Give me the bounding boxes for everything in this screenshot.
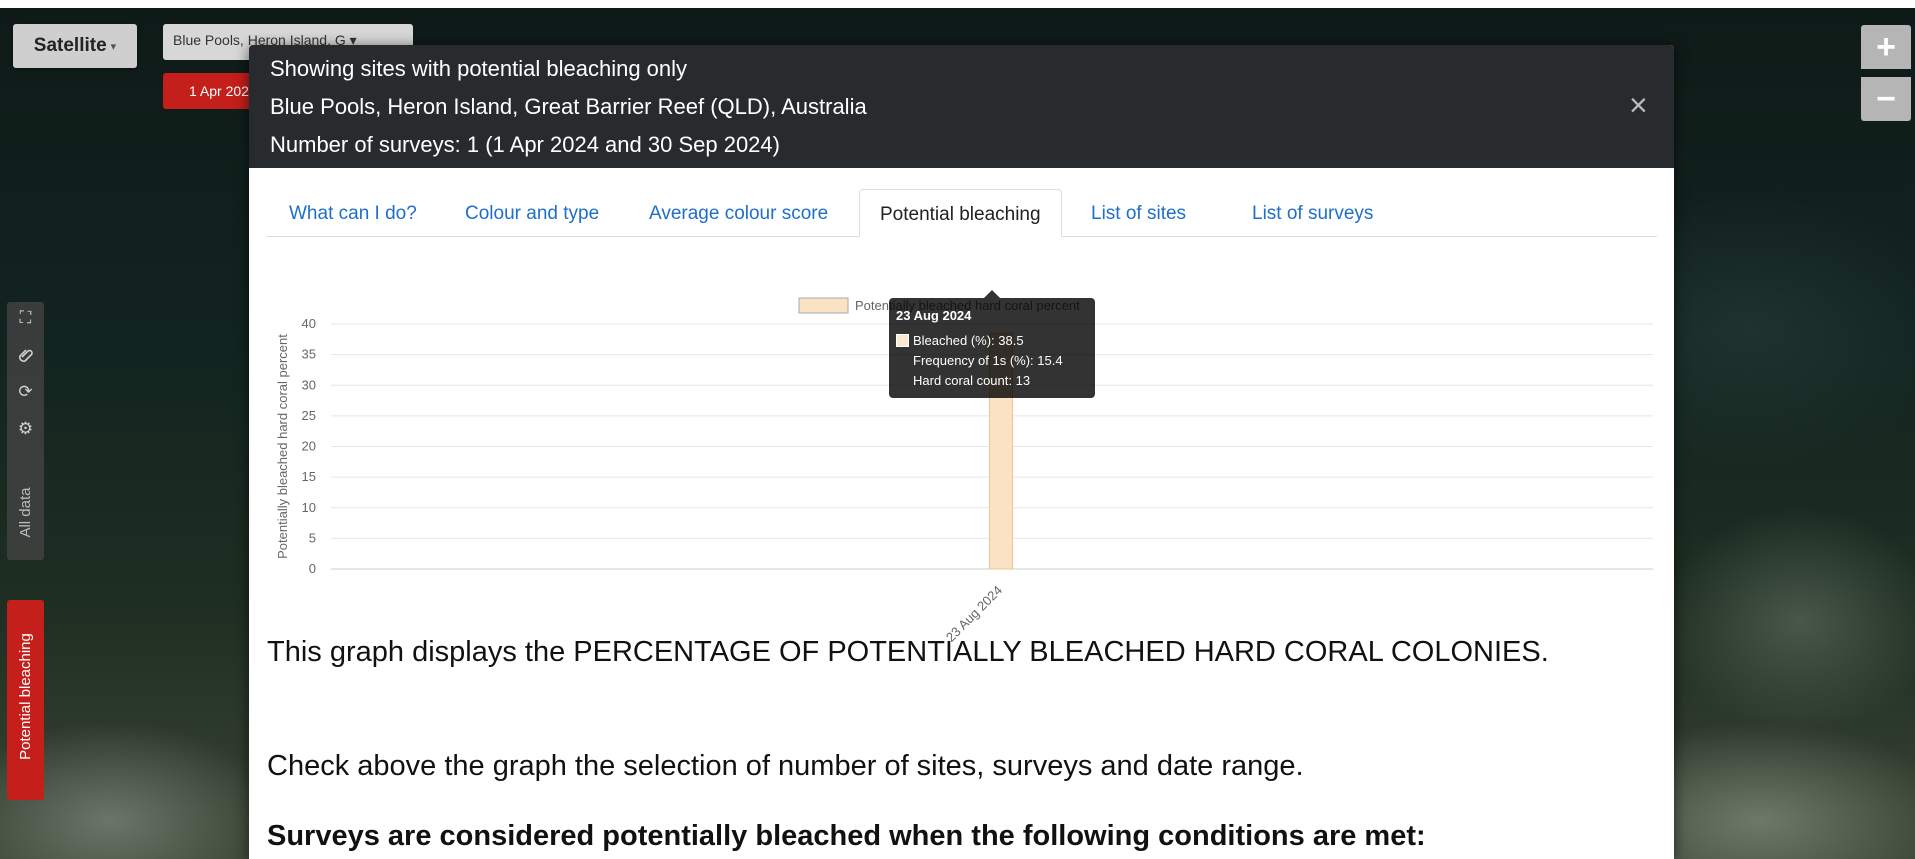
all-data-tab[interactable]: All data	[7, 468, 44, 558]
tooltip-hard-coral-count: Hard coral count: 13	[913, 373, 1031, 388]
y-tick-label: 10	[302, 500, 316, 515]
description-paragraph-2: Check above the graph the selection of n…	[267, 750, 1304, 782]
tab-list-of-sites[interactable]: List of sites	[1091, 189, 1186, 236]
basemap-selector-button[interactable]: Satellite ▾	[13, 24, 137, 68]
tab-average-colour-score[interactable]: Average colour score	[649, 189, 828, 236]
modal-header: Showing sites with potential bleaching o…	[249, 45, 1674, 168]
y-axis-label: Potentially bleached hard coral percent	[275, 334, 290, 559]
description-paragraph-1: This graph displays the PERCENTAGE OF PO…	[267, 636, 1549, 668]
tab-potential-bleaching[interactable]: Potential bleaching	[859, 189, 1062, 237]
modal-site-name: Blue Pools, Heron Island, Great Barrier …	[270, 94, 867, 119]
y-tick-label: 30	[302, 377, 316, 392]
potential-bleaching-label: Potential bleaching	[17, 633, 34, 760]
basemap-label: Satellite	[33, 35, 107, 56]
modal-survey-count: Number of surveys: 1 (1 Apr 2024 and 30 …	[270, 132, 780, 157]
refresh-icon[interactable]: ⟳	[7, 380, 44, 404]
gear-icon[interactable]: ⚙	[7, 417, 44, 441]
y-tick-label: 35	[302, 347, 316, 362]
caret-down-icon: ▾	[110, 40, 117, 53]
legend-swatch	[798, 297, 849, 314]
zoom-out-button[interactable]: −	[1861, 77, 1911, 121]
expand-icon[interactable]: ⛶	[7, 306, 44, 330]
description-paragraph-3: Surveys are considered potentially bleac…	[267, 820, 1426, 852]
all-data-label: All data	[17, 487, 34, 538]
tooltip-bleached: Bleached (%): 38.5	[913, 333, 1024, 348]
modal-tabs: What can I do? Colour and type Average c…	[267, 189, 1657, 237]
y-tick-label: 5	[309, 530, 316, 545]
y-tick-label: 0	[309, 561, 316, 576]
tooltip-frequency: Frequency of 1s (%): 15.4	[913, 353, 1063, 368]
tab-colour-and-type[interactable]: Colour and type	[465, 189, 599, 236]
modal-filter-text: Showing sites with potential bleaching o…	[270, 56, 688, 81]
results-modal: Showing sites with potential bleaching o…	[249, 45, 1674, 859]
date-range-button[interactable]: 1 Apr 2024	[163, 73, 253, 109]
tab-what-can-i-do[interactable]: What can I do?	[289, 189, 417, 236]
chart-tooltip: 23 Aug 2024 Bleached (%): 38.5 Frequency…	[889, 290, 1095, 398]
zoom-in-button[interactable]: +	[1861, 25, 1911, 69]
y-tick-label: 40	[302, 316, 316, 331]
tooltip-swatch	[896, 334, 909, 347]
tab-list-of-surveys[interactable]: List of surveys	[1252, 189, 1373, 236]
tooltip-date: 23 Aug 2024	[896, 308, 972, 323]
y-tick-label: 25	[302, 408, 316, 423]
potential-bleaching-tab[interactable]: Potential bleaching	[7, 600, 44, 800]
clip-icon[interactable]	[7, 343, 44, 367]
y-tick-label: 15	[302, 469, 316, 484]
close-icon[interactable]: ×	[1629, 89, 1648, 121]
y-tick-label: 20	[302, 439, 316, 454]
